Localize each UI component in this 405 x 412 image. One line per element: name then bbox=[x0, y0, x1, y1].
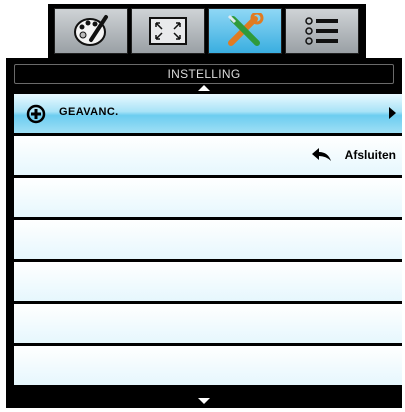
tab-display[interactable] bbox=[131, 8, 205, 54]
menu-item-empty bbox=[14, 304, 402, 343]
menu-tab-bar bbox=[48, 4, 366, 58]
tab-options[interactable] bbox=[285, 8, 359, 54]
settings-menu-panel: INSTELLING GEAVANC. Afsluiten bbox=[6, 58, 402, 408]
menu-list: GEAVANC. Afsluiten bbox=[14, 94, 402, 388]
exit-label: Afsluiten bbox=[344, 148, 396, 162]
submenu-arrow-icon bbox=[389, 107, 396, 119]
menu-title: INSTELLING bbox=[14, 64, 394, 84]
scroll-up-arrow-icon[interactable] bbox=[198, 85, 210, 91]
scroll-down-arrow-icon[interactable] bbox=[198, 398, 210, 404]
settings-tools-icon bbox=[227, 13, 264, 46]
screen-resize-icon bbox=[149, 17, 187, 45]
menu-item-exit[interactable]: Afsluiten bbox=[14, 136, 402, 175]
menu-item-empty bbox=[14, 262, 402, 301]
menu-item-label: GEAVANC. bbox=[59, 106, 119, 118]
menu-item-empty bbox=[14, 178, 402, 217]
menu-item-advanced[interactable]: GEAVANC. bbox=[14, 94, 402, 133]
back-arrow-icon bbox=[312, 148, 331, 161]
menu-item-empty bbox=[14, 220, 402, 259]
tab-settings[interactable] bbox=[208, 8, 282, 54]
palette-icon bbox=[74, 15, 108, 46]
list-menu-icon bbox=[305, 17, 338, 45]
tab-image[interactable] bbox=[54, 8, 128, 54]
menu-item-empty bbox=[14, 346, 402, 385]
plus-circle-icon bbox=[26, 104, 46, 124]
